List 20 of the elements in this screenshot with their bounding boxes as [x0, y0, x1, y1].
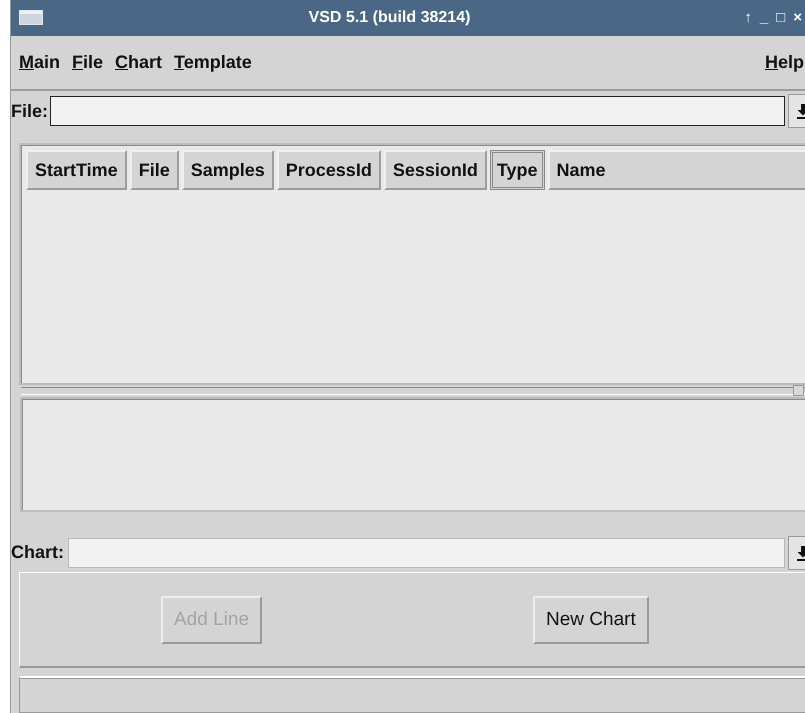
column-header[interactable]: Name [548, 150, 805, 190]
field-label: File: [11, 100, 48, 122]
pin-button[interactable]: ↑ [744, 9, 752, 26]
menu-item[interactable]: Help [760, 52, 805, 74]
field-label: Chart: [11, 542, 64, 564]
window-title: VSD 5.1 (build 38214) [308, 8, 470, 27]
action-button[interactable]: New Chart [533, 596, 649, 644]
maximize-button[interactable]: □ [776, 9, 786, 26]
column-header[interactable]: Type [490, 150, 545, 190]
menu-item[interactable]: Template [170, 52, 256, 74]
column-header[interactable]: File [130, 150, 179, 190]
column-header[interactable]: Samples [182, 150, 274, 190]
column-header[interactable]: StartTime [26, 150, 127, 190]
minimize-button[interactable]: _ [760, 9, 768, 26]
column-header[interactable]: SessionId [384, 150, 487, 190]
menu-item[interactable]: File [68, 52, 108, 74]
menu-item[interactable]: Main [15, 52, 64, 74]
close-button[interactable]: × [793, 9, 802, 26]
menu-item[interactable]: Chart [111, 52, 166, 74]
column-header[interactable]: ProcessId [276, 150, 381, 190]
